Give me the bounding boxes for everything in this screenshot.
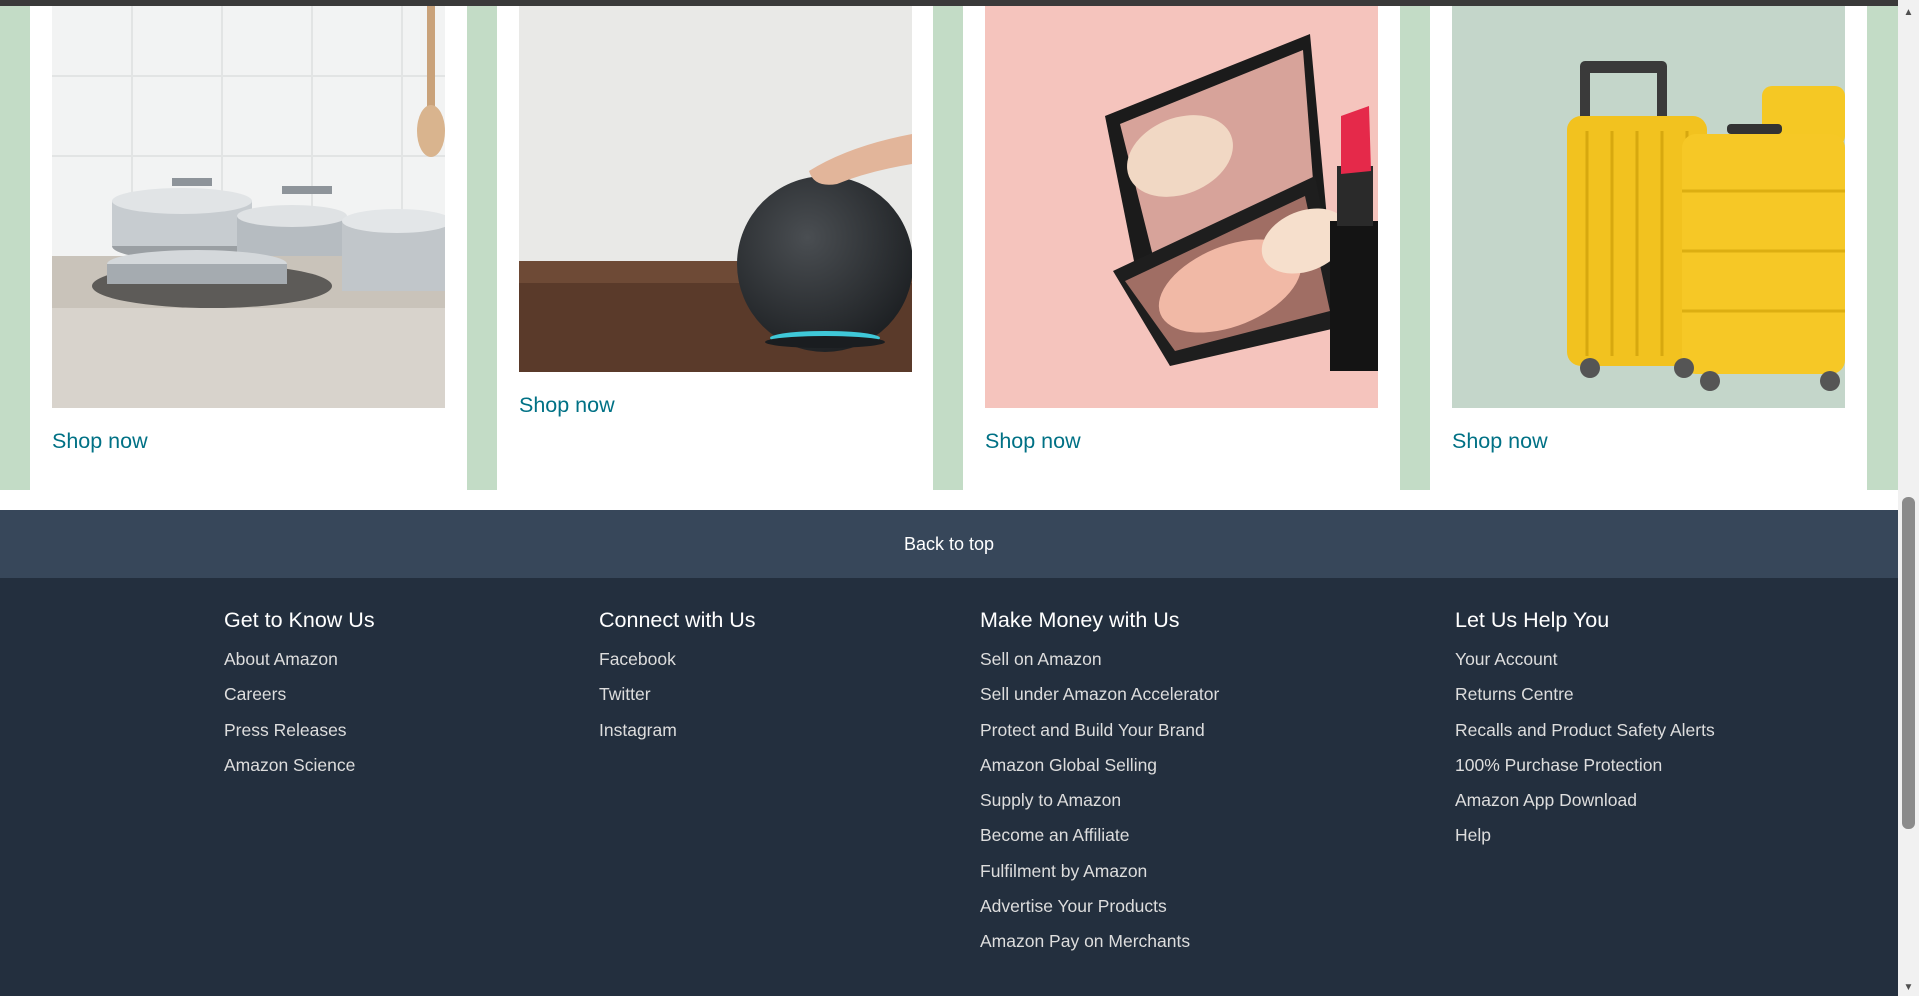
footer-link[interactable]: Advertise Your Products xyxy=(980,889,1219,924)
footer-link[interactable]: Sell under Amazon Accelerator xyxy=(980,677,1219,712)
shop-now-link-luggage[interactable]: Shop now xyxy=(1452,429,1548,454)
page: Shop now Shop now Shop now Shop now Back… xyxy=(0,6,1898,996)
footer-column-title: Make Money with Us xyxy=(980,608,1180,632)
footer-link[interactable]: Sell on Amazon xyxy=(980,642,1219,677)
cookware-image[interactable] xyxy=(52,6,445,408)
footer-link[interactable]: Amazon Global Selling xyxy=(980,748,1219,783)
footer-column-get-to-know-us: Get to Know Us About Amazon Careers Pres… xyxy=(224,606,375,783)
product-card-cookware: Shop now xyxy=(30,6,467,490)
footer-link[interactable]: Facebook xyxy=(599,642,756,677)
makeup-compact-image[interactable] xyxy=(985,6,1378,408)
footer-link[interactable]: Become an Affiliate xyxy=(980,818,1219,853)
footer-link[interactable]: About Amazon xyxy=(224,642,375,677)
scroll-down-arrow-icon[interactable]: ▼ xyxy=(1898,979,1919,996)
smart-speaker-image[interactable] xyxy=(519,6,912,372)
footer-link[interactable]: Returns Centre xyxy=(1455,677,1715,712)
shop-now-link-makeup[interactable]: Shop now xyxy=(985,429,1081,454)
footer-link[interactable]: Press Releases xyxy=(224,713,375,748)
product-card-smart-speaker: Shop now xyxy=(497,6,933,490)
scroll-up-arrow-icon[interactable]: ▲ xyxy=(1898,4,1919,21)
band-spacer xyxy=(0,490,1898,510)
footer-link[interactable]: Protect and Build Your Brand xyxy=(980,713,1219,748)
footer-link[interactable]: Fulfilment by Amazon xyxy=(980,854,1219,889)
footer-link[interactable]: Twitter xyxy=(599,677,756,712)
footer-link[interactable]: Your Account xyxy=(1455,642,1715,677)
footer-column-let-us-help-you: Let Us Help You Your Account Returns Cen… xyxy=(1455,606,1715,854)
footer: Get to Know Us About Amazon Careers Pres… xyxy=(0,578,1898,996)
footer-column-title: Let Us Help You xyxy=(1455,608,1610,632)
footer-column-connect-with-us: Connect with Us Facebook Twitter Instagr… xyxy=(599,606,756,748)
footer-link[interactable]: 100% Purchase Protection xyxy=(1455,748,1715,783)
footer-column-title: Connect with Us xyxy=(599,608,756,632)
footer-link[interactable]: Careers xyxy=(224,677,375,712)
footer-link[interactable]: Recalls and Product Safety Alerts xyxy=(1455,713,1715,748)
footer-link[interactable]: Amazon Pay on Merchants xyxy=(980,924,1219,959)
product-card-luggage: Shop now xyxy=(1430,6,1867,490)
vertical-scrollbar[interactable]: ▲ ▼ xyxy=(1898,0,1919,996)
shop-now-link-smart-speaker[interactable]: Shop now xyxy=(519,393,615,418)
footer-link[interactable]: Instagram xyxy=(599,713,756,748)
scrollbar-thumb[interactable] xyxy=(1902,497,1915,829)
shop-now-link-cookware[interactable]: Shop now xyxy=(52,429,148,454)
product-band: Shop now Shop now Shop now Shop now xyxy=(0,6,1898,490)
product-card-makeup: Shop now xyxy=(963,6,1400,490)
luggage-image[interactable] xyxy=(1452,6,1845,408)
footer-link[interactable]: Amazon App Download xyxy=(1455,783,1715,818)
footer-link[interactable]: Help xyxy=(1455,818,1715,853)
footer-column-make-money-with-us: Make Money with Us Sell on Amazon Sell u… xyxy=(980,606,1219,960)
footer-link[interactable]: Supply to Amazon xyxy=(980,783,1219,818)
back-to-top-button[interactable]: Back to top xyxy=(0,510,1898,578)
footer-link[interactable]: Amazon Science xyxy=(224,748,375,783)
footer-column-title: Get to Know Us xyxy=(224,608,375,632)
